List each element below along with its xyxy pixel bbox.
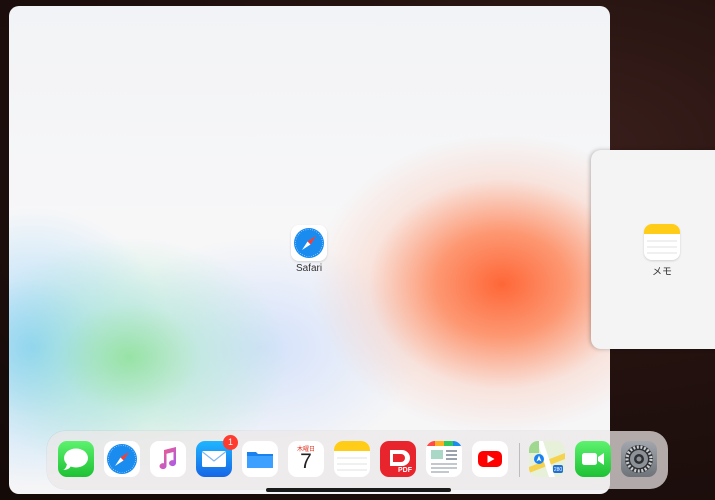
dock-divider [519, 443, 520, 477]
calendar-date: 7 [300, 450, 312, 473]
memo-window-label: メモ [652, 267, 672, 278]
notes-icon[interactable] [334, 441, 370, 477]
gear-icon[interactable] [621, 441, 657, 477]
folder-icon[interactable] [242, 441, 278, 477]
app-switcher-screen: Safari メモ 1 木曜日 7 PDF 280 [0, 0, 715, 500]
safari-compass-icon[interactable] [104, 441, 140, 477]
news-icon[interactable] [426, 441, 462, 477]
pdf-icon[interactable]: PDF [380, 441, 416, 477]
safari-window-label: Safari [295, 263, 323, 274]
video-camera-icon[interactable] [575, 441, 611, 477]
youtube-play-icon[interactable] [472, 441, 508, 477]
maps-shield-number: 280 [554, 467, 563, 473]
calendar-icon[interactable]: 木曜日 7 [288, 441, 324, 477]
messages-icon[interactable] [58, 441, 94, 477]
safari-compass-icon [291, 225, 327, 261]
svg-text:PDF: PDF [398, 467, 413, 474]
notes-icon [644, 224, 680, 260]
maps-icon[interactable]: 280 [529, 441, 565, 477]
music-note-icon[interactable] [150, 441, 186, 477]
home-indicator[interactable] [266, 488, 451, 492]
mail-unread-badge: 1 [223, 435, 238, 450]
